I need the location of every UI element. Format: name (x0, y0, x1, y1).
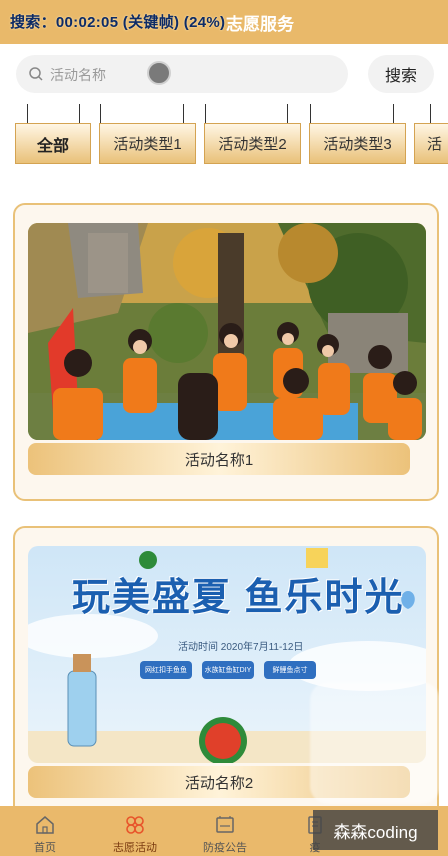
activity-image (28, 223, 426, 440)
tabbar-label: 志愿活动 (113, 842, 157, 854)
blurred-overlay (310, 682, 440, 804)
poster-chip: 水族缸鱼缸DIY (202, 661, 254, 679)
tab-hanger (430, 104, 431, 124)
tab-activity-type-4[interactable]: 活 (414, 123, 448, 164)
tab-activity-type-2[interactable]: 活动类型2 (204, 123, 301, 164)
tabbar-label: 首页 (34, 842, 56, 854)
category-tabs: 全部 活动类型1 活动类型2 活动类型3 活 (0, 104, 448, 166)
page-title: 志愿服务 (226, 15, 294, 34)
notice-board-icon (216, 816, 234, 833)
tabbar-item-volunteer-activities[interactable]: 志愿活动 (90, 806, 180, 856)
poster-chip: 鲜鲤鱼点寸 (264, 661, 316, 679)
tab-activity-type-1[interactable]: 活动类型1 (99, 123, 196, 164)
search-input[interactable]: 活动名称 (16, 55, 348, 93)
watermark: 森森coding (313, 810, 438, 850)
tab-hanger (393, 104, 394, 124)
search-placeholder: 活动名称 (50, 67, 106, 83)
search-icon (29, 67, 43, 81)
tab-hanger (287, 104, 288, 124)
tabbar-item-home[interactable]: 首页 (0, 806, 90, 856)
touch-cursor-indicator (147, 61, 171, 85)
tabbar-item-epidemic-notice[interactable]: 防疫公告 (180, 806, 270, 856)
tab-hanger (183, 104, 184, 124)
poster-chip: 网红扣手鱼鱼 (140, 661, 192, 679)
recording-overlay-text: 搜索：00:02:05 (关键帧) (24%) (10, 14, 226, 31)
activity-name: 活动名称1 (28, 443, 410, 475)
tab-hanger (27, 104, 28, 124)
tab-hanger (79, 104, 80, 124)
tab-hanger (100, 104, 101, 124)
tab-hanger (310, 104, 311, 124)
search-button[interactable]: 搜索 (368, 55, 434, 93)
poster-date: 活动时间 2020年7月11-12日 (178, 642, 304, 653)
volunteers-photo (28, 223, 426, 440)
poster-headline: 玩美盛夏 鱼乐时光 (72, 577, 405, 619)
tabbar-label: 防疫公告 (203, 842, 247, 854)
clover-icon (126, 816, 144, 834)
tab-hanger (205, 104, 206, 124)
activity-card[interactable]: 活动名称1 (13, 203, 439, 501)
tab-activity-type-3[interactable]: 活动类型3 (309, 123, 406, 164)
home-icon (36, 816, 54, 834)
tab-all[interactable]: 全部 (15, 123, 91, 164)
